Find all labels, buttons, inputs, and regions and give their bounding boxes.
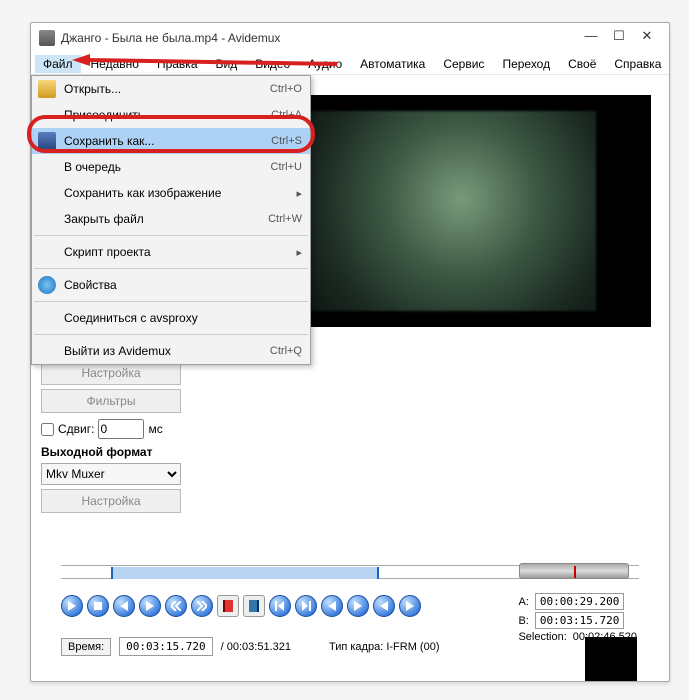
- jog-wheel[interactable]: [519, 563, 629, 579]
- marker-a-label: A:: [518, 596, 528, 608]
- menu-video[interactable]: Видео: [247, 55, 298, 73]
- minimize-button[interactable]: —: [577, 28, 605, 48]
- app-icon: [39, 30, 55, 46]
- stop-button[interactable]: [87, 595, 109, 617]
- menu-avsproxy[interactable]: Соединиться с avsproxy: [32, 305, 310, 331]
- output-format-label: Выходной формат: [41, 445, 217, 459]
- marker-a-value: 00:00:29.200: [535, 593, 624, 610]
- save-icon: [38, 132, 56, 150]
- menu-go[interactable]: Переход: [494, 55, 558, 73]
- back-minute-button[interactable]: [373, 595, 395, 617]
- selection-label: Selection:: [518, 631, 566, 643]
- window-title: Джанго - Была не была.mp4 - Avidemux: [61, 31, 577, 45]
- chevron-right-icon: ▸: [296, 187, 302, 200]
- menu-custom[interactable]: Своё: [560, 55, 604, 73]
- menu-open[interactable]: Открыть... Ctrl+O: [32, 76, 310, 102]
- goto-a-button[interactable]: [321, 595, 343, 617]
- separator: [34, 235, 308, 236]
- menu-properties[interactable]: Свойства: [32, 272, 310, 298]
- output-format-select[interactable]: Mkv Muxer: [41, 463, 181, 485]
- shift-checkbox[interactable]: [41, 423, 54, 436]
- menu-saveas[interactable]: Сохранить как... Ctrl+S: [32, 128, 310, 154]
- info-icon: [38, 276, 56, 294]
- transport-controls: [61, 595, 421, 617]
- menu-tools[interactable]: Сервис: [435, 55, 492, 73]
- set-marker-b-button[interactable]: [243, 595, 265, 617]
- menu-save-image[interactable]: Сохранить как изображение ▸: [32, 180, 310, 206]
- menu-view[interactable]: Вид: [208, 55, 246, 73]
- timeline-selection[interactable]: [111, 567, 379, 579]
- prev-frame-button[interactable]: [113, 595, 135, 617]
- maximize-button[interactable]: ☐: [605, 28, 633, 48]
- shift-unit: мс: [148, 422, 162, 436]
- menu-append[interactable]: Присоединить... Ctrl+A: [32, 102, 310, 128]
- menu-auto[interactable]: Автоматика: [352, 55, 433, 73]
- goto-end-button[interactable]: [295, 595, 317, 617]
- set-marker-a-button[interactable]: [217, 595, 239, 617]
- shift-label: Сдвиг:: [58, 422, 94, 436]
- menu-close-file[interactable]: Закрыть файл Ctrl+W: [32, 206, 310, 232]
- menu-help[interactable]: Справка: [606, 55, 669, 73]
- goto-b-button[interactable]: [347, 595, 369, 617]
- separator: [34, 268, 308, 269]
- chevron-right-icon: ▸: [296, 246, 302, 259]
- output-configure-button[interactable]: Настройка: [41, 489, 181, 513]
- preview-frame: [296, 111, 596, 311]
- goto-start-button[interactable]: [269, 595, 291, 617]
- close-button[interactable]: ✕: [633, 28, 661, 48]
- audio-filters-button[interactable]: Фильтры: [41, 389, 181, 413]
- menu-queue[interactable]: В очередь Ctrl+U: [32, 154, 310, 180]
- duration-value: / 00:03:51.321: [221, 641, 291, 653]
- marker-b-value: 00:03:15.720: [535, 612, 624, 629]
- file-menu-dropdown: Открыть... Ctrl+O Присоединить... Ctrl+A…: [31, 75, 311, 365]
- titlebar: Джанго - Была не была.mp4 - Avidemux — ☐…: [31, 23, 669, 53]
- prev-keyframe-button[interactable]: [165, 595, 187, 617]
- marker-b-label: B:: [518, 615, 528, 627]
- shift-input[interactable]: [98, 419, 144, 439]
- app-window: Джанго - Была не была.mp4 - Avidemux — ☐…: [30, 22, 670, 682]
- frametype-value: Тип кадра: I-FRM (00): [329, 641, 440, 653]
- menu-edit[interactable]: Правка: [149, 55, 206, 73]
- folder-open-icon: [38, 80, 56, 98]
- time-value[interactable]: 00:03:15.720: [119, 637, 212, 656]
- separator: [34, 301, 308, 302]
- play-button[interactable]: [61, 595, 83, 617]
- fwd-minute-button[interactable]: [399, 595, 421, 617]
- menu-audio[interactable]: Аудио: [300, 55, 350, 73]
- status-row: Время: 00:03:15.720 / 00:03:51.321 Тип к…: [61, 637, 439, 656]
- time-label: Время:: [61, 638, 111, 656]
- menubar: Файл Недавно Правка Вид Видео Аудио Авто…: [31, 53, 669, 75]
- preview-thumbnail: [585, 637, 637, 681]
- menu-file[interactable]: Файл: [35, 55, 81, 73]
- next-frame-button[interactable]: [139, 595, 161, 617]
- separator: [34, 334, 308, 335]
- menu-recent[interactable]: Недавно: [83, 55, 147, 73]
- menu-project-script[interactable]: Скрипт проекта ▸: [32, 239, 310, 265]
- menu-quit[interactable]: Выйти из Avidemux Ctrl+Q: [32, 338, 310, 364]
- next-keyframe-button[interactable]: [191, 595, 213, 617]
